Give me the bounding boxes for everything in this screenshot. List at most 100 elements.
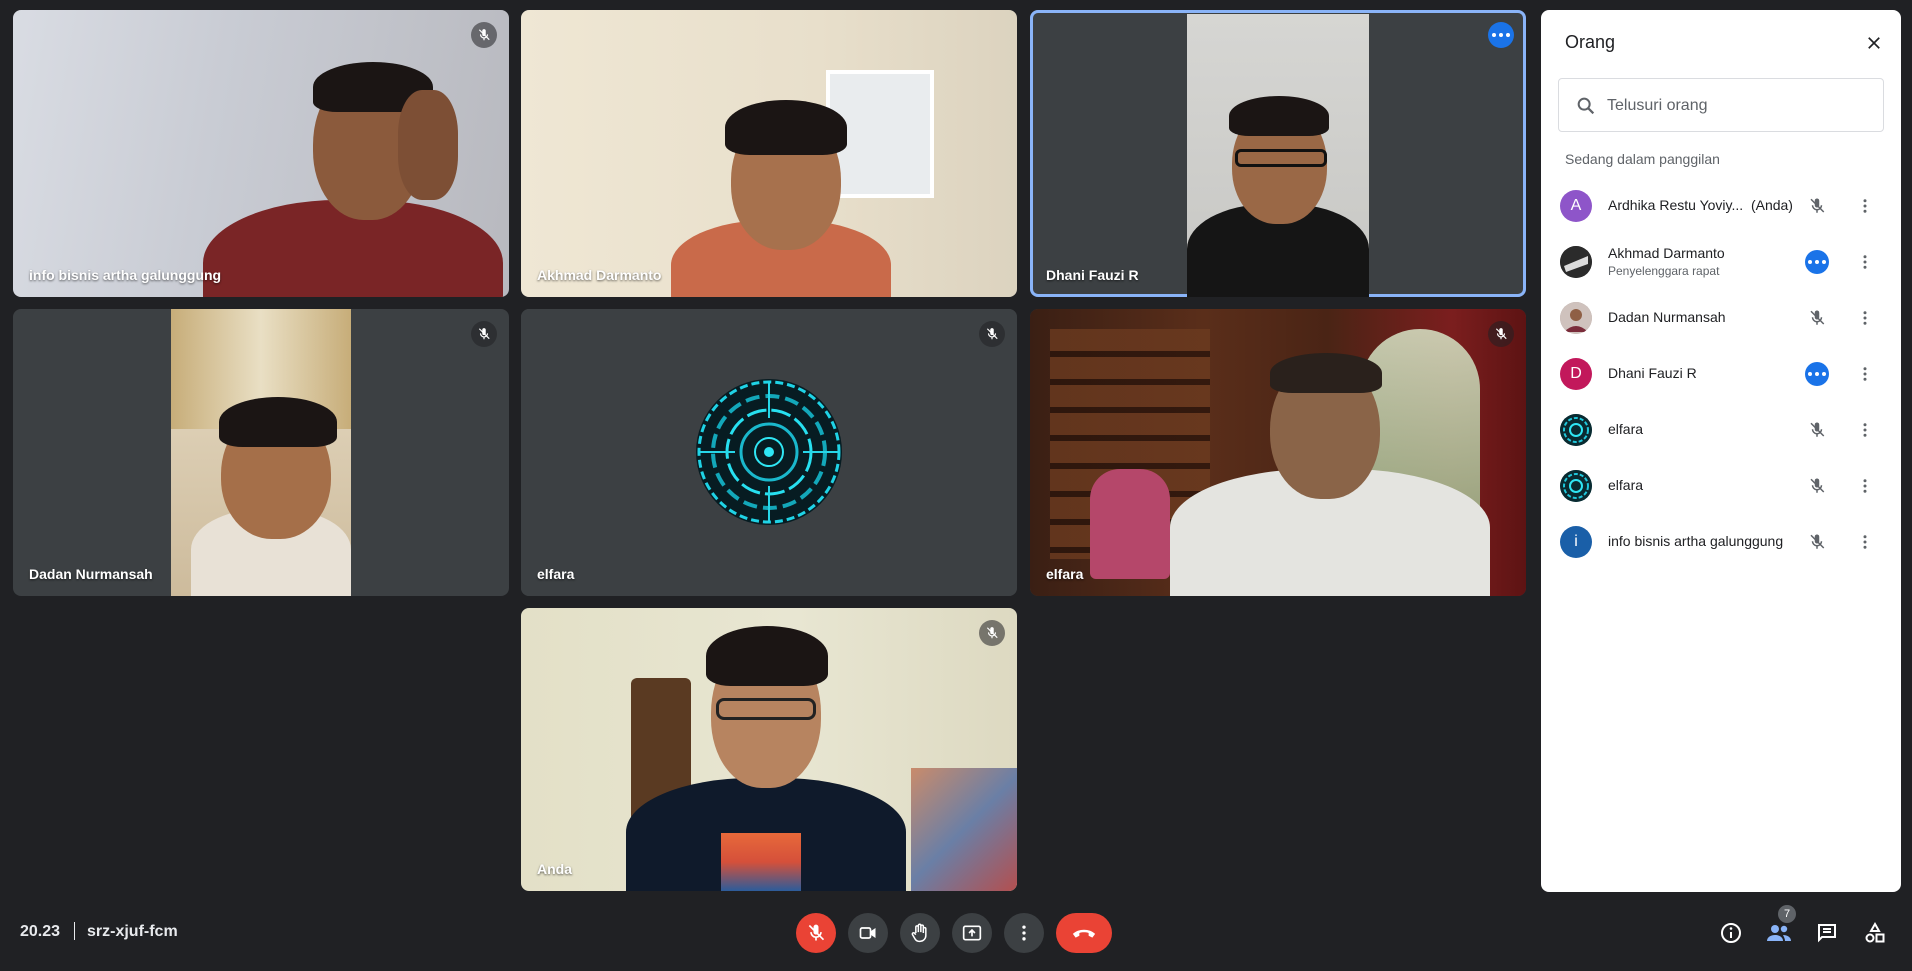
video-tile-info-bisnis[interactable]: info bisnis artha galunggung <box>13 10 509 297</box>
mic-off-icon <box>1488 321 1514 347</box>
avatar: D <box>1560 358 1592 390</box>
participant-row-name: info bisnis artha galunggung <box>1608 533 1784 549</box>
avatar <box>1560 470 1592 502</box>
avatar <box>1560 246 1592 278</box>
bed-background <box>911 768 1017 891</box>
participant-row-name: elfara <box>1608 421 1644 437</box>
participant-image <box>163 40 503 297</box>
mic-off-icon <box>1805 306 1829 330</box>
present-screen-icon <box>962 925 982 941</box>
search-people-field[interactable] <box>1558 78 1884 132</box>
participant-options-button[interactable] <box>1488 22 1514 48</box>
red-chair-background <box>1090 469 1170 579</box>
meeting-code[interactable]: srz-xjuf-fcm <box>87 923 178 941</box>
participant-row[interactable]: A Ardhika Restu Yoviy... (Anda) <box>1541 178 1901 234</box>
people-panel: Orang Sedang dalam panggilan A Ardhika R… <box>1541 10 1901 892</box>
activities-icon[interactable] <box>1861 919 1889 947</box>
mic-off-icon <box>1805 194 1829 218</box>
participant-role: Penyelenggara rapat <box>1608 264 1720 278</box>
participant-row-name: Ardhika Restu Yoviy... (Anda) <box>1608 197 1793 213</box>
avatar: A <box>1560 190 1592 222</box>
more-horiz-icon[interactable] <box>1805 362 1829 386</box>
video-off-area <box>521 309 1017 596</box>
video-feed <box>1187 14 1369 297</box>
video-tile-dhani[interactable]: Dhani Fauzi R <box>1030 10 1526 297</box>
video-feed <box>521 10 1017 297</box>
camera-icon <box>859 927 876 939</box>
more-vert-icon <box>1022 925 1026 941</box>
participant-name: Anda <box>537 861 572 877</box>
divider <box>74 922 75 940</box>
video-feed <box>171 309 351 596</box>
search-input[interactable] <box>1605 93 1869 119</box>
participant-row[interactable]: D Dhani Fauzi R <box>1541 346 1901 402</box>
mic-off-icon <box>979 321 1005 347</box>
participant-list: A Ardhika Restu Yoviy... (Anda) Akhmad D… <box>1541 178 1901 570</box>
people-count-badge: 7 <box>1778 905 1796 923</box>
mic-off-icon <box>471 321 497 347</box>
avatar <box>1560 414 1592 446</box>
more-vert-icon[interactable] <box>1853 194 1877 218</box>
participant-row-name: Dadan Nurmansah <box>1608 309 1726 325</box>
meeting-time: 20.23 <box>20 923 61 940</box>
participant-row-name: Akhmad Darmanto <box>1608 245 1725 261</box>
more-options-button[interactable] <box>1004 913 1044 953</box>
close-icon[interactable] <box>1861 30 1887 56</box>
video-tile-self[interactable]: Anda <box>521 608 1017 891</box>
participant-name: Dadan Nurmansah <box>29 566 153 582</box>
hang-up-button[interactable] <box>1056 913 1112 953</box>
video-tile-elfara-avatar[interactable]: elfara <box>521 309 1017 596</box>
search-icon <box>1575 95 1597 122</box>
more-vert-icon[interactable] <box>1853 474 1877 498</box>
video-tile-elfara-video[interactable]: elfara <box>1030 309 1526 596</box>
participant-image <box>191 389 351 596</box>
more-vert-icon[interactable] <box>1853 250 1877 274</box>
elfara-avatar <box>696 379 842 525</box>
info-icon[interactable] <box>1717 919 1745 947</box>
panel-title: Orang <box>1565 32 1616 52</box>
more-vert-icon[interactable] <box>1853 306 1877 330</box>
avatar: i <box>1560 526 1592 558</box>
participant-row-name: elfara <box>1608 477 1644 493</box>
camera-toggle-button[interactable] <box>848 913 888 953</box>
participant-image <box>661 90 901 297</box>
participant-row[interactable]: Dadan Nurmansah <box>1541 290 1901 346</box>
mic-off-icon <box>979 620 1005 646</box>
participant-name: info bisnis artha galunggung <box>29 267 222 283</box>
participant-image <box>1187 94 1369 297</box>
participant-name: elfara <box>537 566 575 582</box>
video-tile-akhmad[interactable]: Akhmad Darmanto <box>521 10 1017 297</box>
more-vert-icon[interactable] <box>1853 362 1877 386</box>
participant-row[interactable]: i info bisnis artha galunggung <box>1541 514 1901 570</box>
video-feed <box>13 10 509 297</box>
participant-row-name: Dhani Fauzi R <box>1608 365 1697 381</box>
people-icon[interactable] <box>1765 919 1793 947</box>
raise-hand-button[interactable] <box>900 913 940 953</box>
participant-name: Akhmad Darmanto <box>537 267 662 283</box>
participant-row[interactable]: Akhmad Darmanto Penyelenggara rapat <box>1541 234 1901 290</box>
raise-hand-icon <box>911 923 927 943</box>
participant-image <box>1160 339 1490 596</box>
mic-off-icon <box>471 22 497 48</box>
participant-name: elfara <box>1046 566 1084 582</box>
mic-off-icon <box>1805 474 1829 498</box>
chat-icon[interactable] <box>1813 919 1841 947</box>
hang-up-icon <box>1072 929 1096 938</box>
video-feed <box>521 608 1017 891</box>
participant-image <box>616 618 916 891</box>
mic-off-icon <box>808 924 825 941</box>
mic-toggle-button[interactable] <box>796 913 836 953</box>
participant-name: Dhani Fauzi R <box>1046 267 1139 283</box>
participant-row[interactable]: elfara <box>1541 458 1901 514</box>
participant-row[interactable]: elfara <box>1541 402 1901 458</box>
in-call-section-label: Sedang dalam panggilan <box>1565 151 1720 167</box>
video-feed <box>1030 309 1526 596</box>
mic-off-icon <box>1805 418 1829 442</box>
avatar <box>1560 302 1592 334</box>
present-screen-button[interactable] <box>952 913 992 953</box>
more-vert-icon[interactable] <box>1853 530 1877 554</box>
more-vert-icon[interactable] <box>1853 418 1877 442</box>
mic-off-icon <box>1805 530 1829 554</box>
more-horiz-icon[interactable] <box>1805 250 1829 274</box>
video-tile-dadan[interactable]: Dadan Nurmansah <box>13 309 509 596</box>
